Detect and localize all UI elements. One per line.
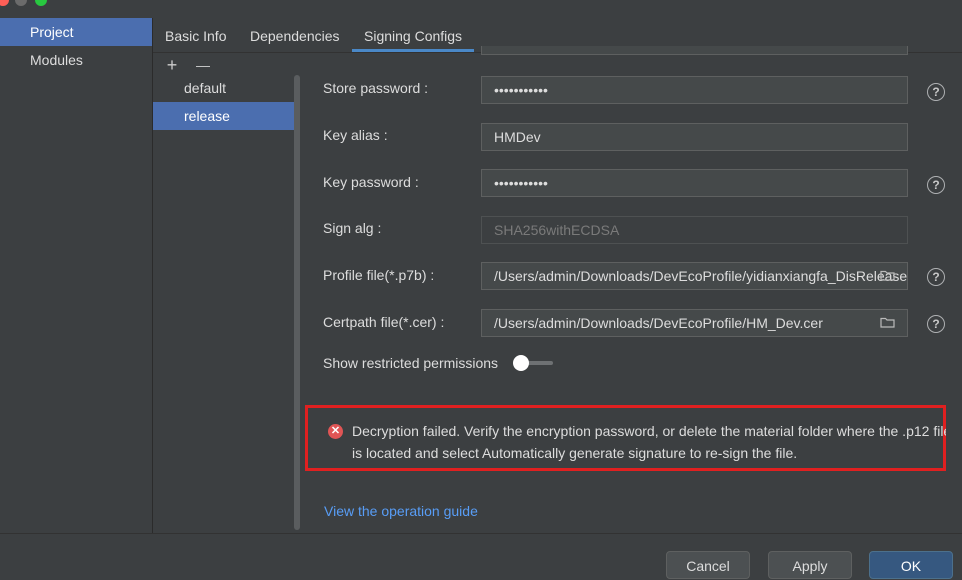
sign-alg-label: Sign alg : (323, 220, 382, 236)
store-password-help-icon[interactable]: ? (927, 83, 945, 101)
error-message-box: ✕ Decryption failed. Verify the encrypti… (305, 405, 946, 471)
error-icon: ✕ (328, 424, 343, 439)
key-password-help-icon[interactable]: ? (927, 176, 945, 194)
key-alias-label: Key alias : (323, 127, 388, 143)
show-restricted-permissions-toggle[interactable] (513, 355, 555, 371)
add-config-button[interactable]: + (163, 56, 181, 74)
sign-alg-field: SHA256withECDSA (481, 216, 908, 244)
error-line-1: Decryption failed. Verify the encryption… (352, 423, 946, 439)
cancel-button[interactable]: Cancel (666, 551, 750, 579)
minimize-window-button[interactable] (15, 0, 27, 6)
store-password-label: Store password : (323, 80, 429, 96)
store-password-field[interactable]: ••••••••••• (481, 76, 908, 104)
show-restricted-permissions-label: Show restricted permissions (323, 355, 499, 371)
list-scrollbar[interactable] (294, 75, 300, 530)
nav-item-project[interactable]: Project (0, 18, 152, 46)
error-message: Decryption failed. Verify the encryption… (352, 420, 946, 464)
certpath-file-value: /Users/admin/Downloads/DevEcoProfile/HM_… (494, 315, 823, 331)
profile-file-field[interactable]: /Users/admin/Downloads/DevEcoProfile/yid… (481, 262, 908, 290)
store-file-field-edge[interactable] (481, 46, 908, 55)
tab-basic-info[interactable]: Basic Info (165, 18, 226, 52)
browse-folder-icon[interactable] (880, 269, 895, 281)
ok-button[interactable]: OK (869, 551, 953, 579)
error-line-2: is located and select Automatically gene… (352, 445, 798, 461)
zoom-window-button[interactable] (35, 0, 47, 6)
key-alias-field[interactable]: HMDev (481, 123, 908, 151)
remove-config-button[interactable]: — (194, 56, 212, 74)
certpath-file-help-icon[interactable]: ? (927, 315, 945, 333)
certpath-file-field[interactable]: /Users/admin/Downloads/DevEcoProfile/HM_… (481, 309, 908, 337)
toggle-knob (513, 355, 529, 371)
close-window-button[interactable] (0, 0, 9, 6)
browse-folder-icon[interactable] (880, 316, 895, 328)
dialog-footer: Cancel Apply OK (0, 533, 962, 579)
tab-dependencies[interactable]: Dependencies (250, 18, 340, 52)
tab-signing-configs[interactable]: Signing Configs (351, 18, 475, 52)
key-alias-value: HMDev (494, 129, 541, 145)
store-password-value: ••••••••••• (494, 82, 548, 98)
apply-button[interactable]: Apply (768, 551, 852, 579)
profile-file-label: Profile file(*.p7b) : (323, 267, 435, 283)
key-password-label: Key password : (323, 174, 419, 190)
nav-item-modules[interactable]: Modules (0, 46, 152, 74)
signing-config-list: + — default release (153, 53, 294, 533)
certpath-file-label: Certpath file(*.cer) : (323, 314, 445, 330)
view-operation-guide-link[interactable]: View the operation guide (324, 503, 478, 519)
profile-file-help-icon[interactable]: ? (927, 268, 945, 286)
config-item-release[interactable]: release (153, 102, 294, 130)
sign-alg-value: SHA256withECDSA (494, 222, 620, 238)
project-structure-nav: Project Modules (0, 18, 152, 533)
profile-file-value: /Users/admin/Downloads/DevEcoProfile/yid… (494, 268, 907, 284)
config-item-default[interactable]: default (153, 74, 294, 102)
key-password-field[interactable]: ••••••••••• (481, 169, 908, 197)
key-password-value: ••••••••••• (494, 175, 548, 191)
title-bar (0, 0, 962, 18)
